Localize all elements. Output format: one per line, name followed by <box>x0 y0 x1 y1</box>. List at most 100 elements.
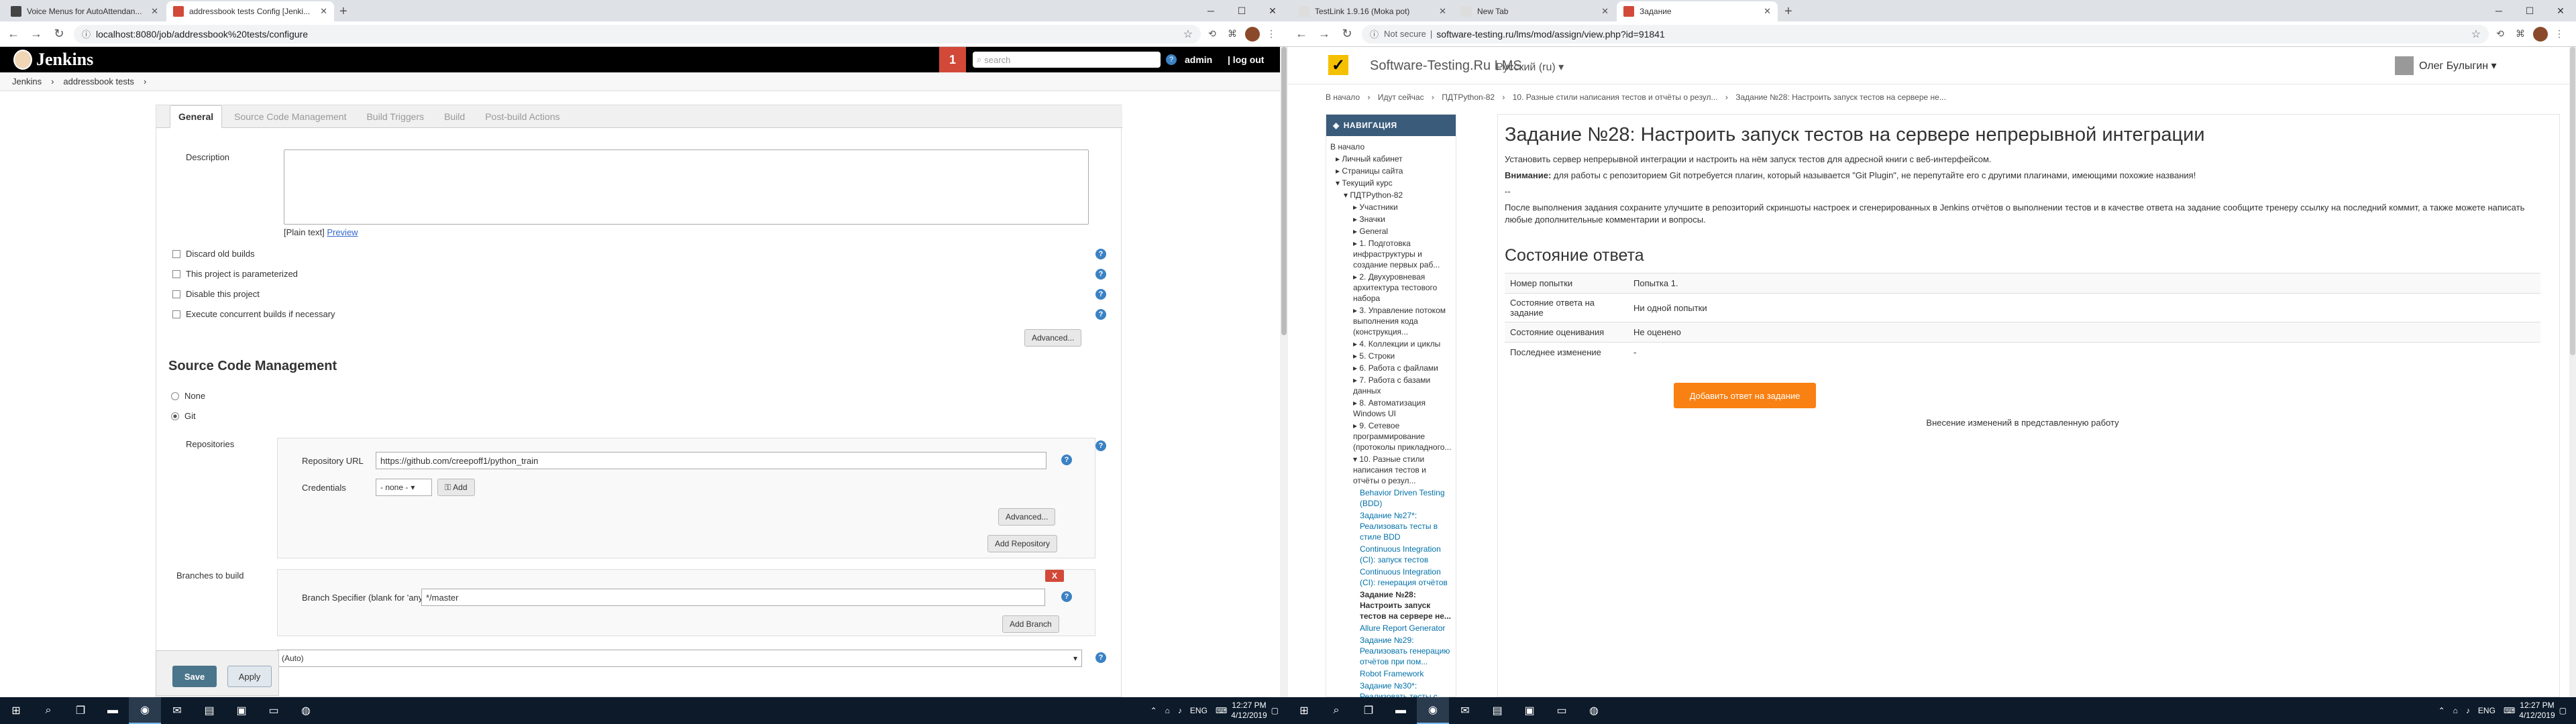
nav-item[interactable]: Задание №29: Реализовать генерацию отчёт… <box>1330 635 1452 667</box>
maximize-icon[interactable]: ☐ <box>1226 0 1257 21</box>
nav-item[interactable]: ▸ 7. Работа с базами данных <box>1330 375 1452 396</box>
close-icon[interactable]: ✕ <box>1601 6 1609 17</box>
volume-icon[interactable]: ♪ <box>2466 706 2470 715</box>
forward-icon[interactable]: → <box>27 25 46 44</box>
nav-item[interactable]: Continuous Integration (CI): генерация о… <box>1330 566 1452 588</box>
tab-build[interactable]: Build <box>436 106 473 127</box>
extension-icon[interactable]: ⌘ <box>2512 25 2529 43</box>
pycharm-icon[interactable]: ▣ <box>225 697 258 724</box>
nav-item[interactable]: ▸ Страницы сайта <box>1330 166 1452 176</box>
keyboard-icon[interactable]: ⌨ <box>2504 706 2515 715</box>
nav-item[interactable]: ▾ ПДТPython-82 <box>1330 190 1452 200</box>
star-icon[interactable]: ☆ <box>2471 27 2481 41</box>
minimize-icon[interactable]: ─ <box>2483 0 2514 21</box>
extension-icon[interactable]: ⌘ <box>1224 25 1241 43</box>
minimize-icon[interactable]: ─ <box>1195 0 1226 21</box>
mail-icon[interactable]: ✉ <box>161 697 193 724</box>
checkbox-discard-old-builds[interactable]: Discard old builds <box>172 249 255 259</box>
task-view-icon[interactable]: ❐ <box>64 697 97 724</box>
nav-item[interactable]: ▸ Значки <box>1330 214 1452 225</box>
network-icon[interactable]: ⌂ <box>1165 706 1170 715</box>
checkbox-disable-project[interactable]: Disable this project <box>172 289 260 299</box>
nav-item[interactable]: ▸ 9. Сетевое программирование (протоколы… <box>1330 420 1452 452</box>
files-icon[interactable]: ▤ <box>1481 697 1513 724</box>
help-icon[interactable]: ? <box>1166 54 1177 65</box>
profile-avatar[interactable] <box>2533 26 2548 42</box>
scrollbar-thumb[interactable] <box>1281 47 1287 335</box>
nav-item[interactable]: Behavior Driven Testing (BDD) <box>1330 487 1452 509</box>
windows-start-icon[interactable]: ⊞ <box>1288 697 1320 724</box>
credentials-select[interactable]: - none - ▾ <box>376 479 432 496</box>
checkbox[interactable] <box>172 269 180 278</box>
breadcrumb-jenkins[interactable]: Jenkins <box>12 76 42 86</box>
user-menu[interactable]: Олег Булыгин ▾ <box>2395 56 2497 75</box>
add-credentials-button[interactable]: ⚿ Add <box>437 479 475 496</box>
save-button[interactable]: Save <box>172 666 217 687</box>
jenkins-logo[interactable]: Jenkins <box>13 50 93 70</box>
app-icon[interactable]: ◍ <box>1578 697 1610 724</box>
address-bar[interactable]: ⓘ Not secure | software-testing.ru/lms/m… <box>1362 24 2489 44</box>
folder-icon[interactable]: ▬ <box>1385 697 1417 724</box>
clock[interactable]: 12:27 PM 4/12/2019 <box>1231 701 1267 721</box>
files-icon[interactable]: ▤ <box>193 697 225 724</box>
search-icon[interactable]: ⌕ <box>1320 697 1352 724</box>
close-icon[interactable]: ✕ <box>320 6 327 17</box>
notification-badge[interactable]: 1 <box>939 47 966 72</box>
help-icon[interactable]: ? <box>1061 455 1072 465</box>
close-icon[interactable]: ✕ <box>151 6 158 17</box>
search-input[interactable]: ⌕ search <box>973 52 1161 68</box>
repository-browser-select[interactable]: (Auto) ▾ <box>277 650 1082 667</box>
apply-button[interactable]: Apply <box>227 666 272 687</box>
branch-spec-input[interactable]: */master <box>421 589 1045 606</box>
profile-avatar[interactable] <box>1245 26 1260 42</box>
nav-item[interactable]: ▸ Участники <box>1330 202 1452 213</box>
nav-item[interactable]: Robot Framework <box>1330 668 1452 679</box>
reload-icon[interactable]: ↻ <box>1338 25 1356 44</box>
help-icon[interactable]: ? <box>1095 289 1106 300</box>
help-icon[interactable]: ? <box>1061 591 1072 602</box>
maximize-icon[interactable]: ☐ <box>2514 0 2545 21</box>
delete-branch-button[interactable]: X <box>1045 570 1064 582</box>
app-icon[interactable]: ◍ <box>290 697 322 724</box>
breadcrumb-item[interactable]: 10. Разные стили написания тестов и отчё… <box>1513 93 1718 102</box>
logout-link[interactable]: | log out <box>1228 54 1264 65</box>
language-indicator[interactable]: ENG <box>2478 706 2496 715</box>
reload-icon[interactable]: ↻ <box>50 25 68 44</box>
chrome-icon[interactable]: ◉ <box>129 697 161 724</box>
scrollbar-thumb[interactable] <box>2570 47 2575 355</box>
nav-item[interactable]: ▾ 10. Разные стили написания тестов и от… <box>1330 454 1452 486</box>
tab-general[interactable]: General <box>170 105 223 128</box>
tab-build-triggers[interactable]: Build Triggers <box>358 106 432 127</box>
notification-icon[interactable]: ▢ <box>2559 706 2567 715</box>
browser-tab[interactable]: New Tab ✕ <box>1454 1 1615 21</box>
language-menu[interactable]: Русский (ru) ▾ <box>1496 60 1564 74</box>
chevron-up-icon[interactable]: ⌃ <box>2438 706 2445 715</box>
browser-tab-active[interactable]: addressbook tests Config [Jenki... ✕ <box>166 1 334 21</box>
checkbox[interactable] <box>172 290 180 298</box>
nav-item[interactable]: Continuous Integration (CI): запуск тест… <box>1330 544 1452 565</box>
nav-item[interactable]: ▾ Текущий курс <box>1330 178 1452 188</box>
terminal-icon[interactable]: ▭ <box>1546 697 1578 724</box>
extension-icon[interactable]: ⟲ <box>1203 25 1221 43</box>
menu-icon[interactable]: ⋮ <box>1263 25 1280 43</box>
star-icon[interactable]: ☆ <box>1183 27 1193 41</box>
radio-button[interactable] <box>171 412 179 420</box>
nav-item[interactable]: ▸ 5. Строки <box>1330 351 1452 361</box>
advanced-button[interactable]: Advanced... <box>1024 329 1082 347</box>
nav-item[interactable]: ▸ 1. Подготовка инфраструктуры и создани… <box>1330 238 1452 270</box>
nav-item[interactable]: Задание №28: Настроить запуск тестов на … <box>1330 589 1452 621</box>
help-icon[interactable]: ? <box>1095 652 1106 663</box>
search-icon[interactable]: ⌕ <box>32 697 64 724</box>
browser-tab[interactable]: TestLink 1.9.16 (Moka pot) ✕ <box>1292 1 1453 21</box>
user-link[interactable]: admin <box>1185 54 1212 65</box>
checkbox[interactable] <box>172 249 180 258</box>
repo-advanced-button[interactable]: Advanced... <box>998 508 1056 526</box>
close-icon[interactable]: ✕ <box>1764 6 1771 17</box>
tab-post-build[interactable]: Post-build Actions <box>477 106 568 127</box>
breadcrumb-job[interactable]: addressbook tests <box>63 76 134 86</box>
add-branch-button[interactable]: Add Branch <box>1002 615 1059 633</box>
nav-item[interactable]: ▸ 6. Работа с файлами <box>1330 363 1452 373</box>
help-icon[interactable]: ? <box>1095 309 1106 320</box>
forward-icon[interactable]: → <box>1315 25 1334 44</box>
clock[interactable]: 12:27 PM 4/12/2019 <box>2519 701 2555 721</box>
